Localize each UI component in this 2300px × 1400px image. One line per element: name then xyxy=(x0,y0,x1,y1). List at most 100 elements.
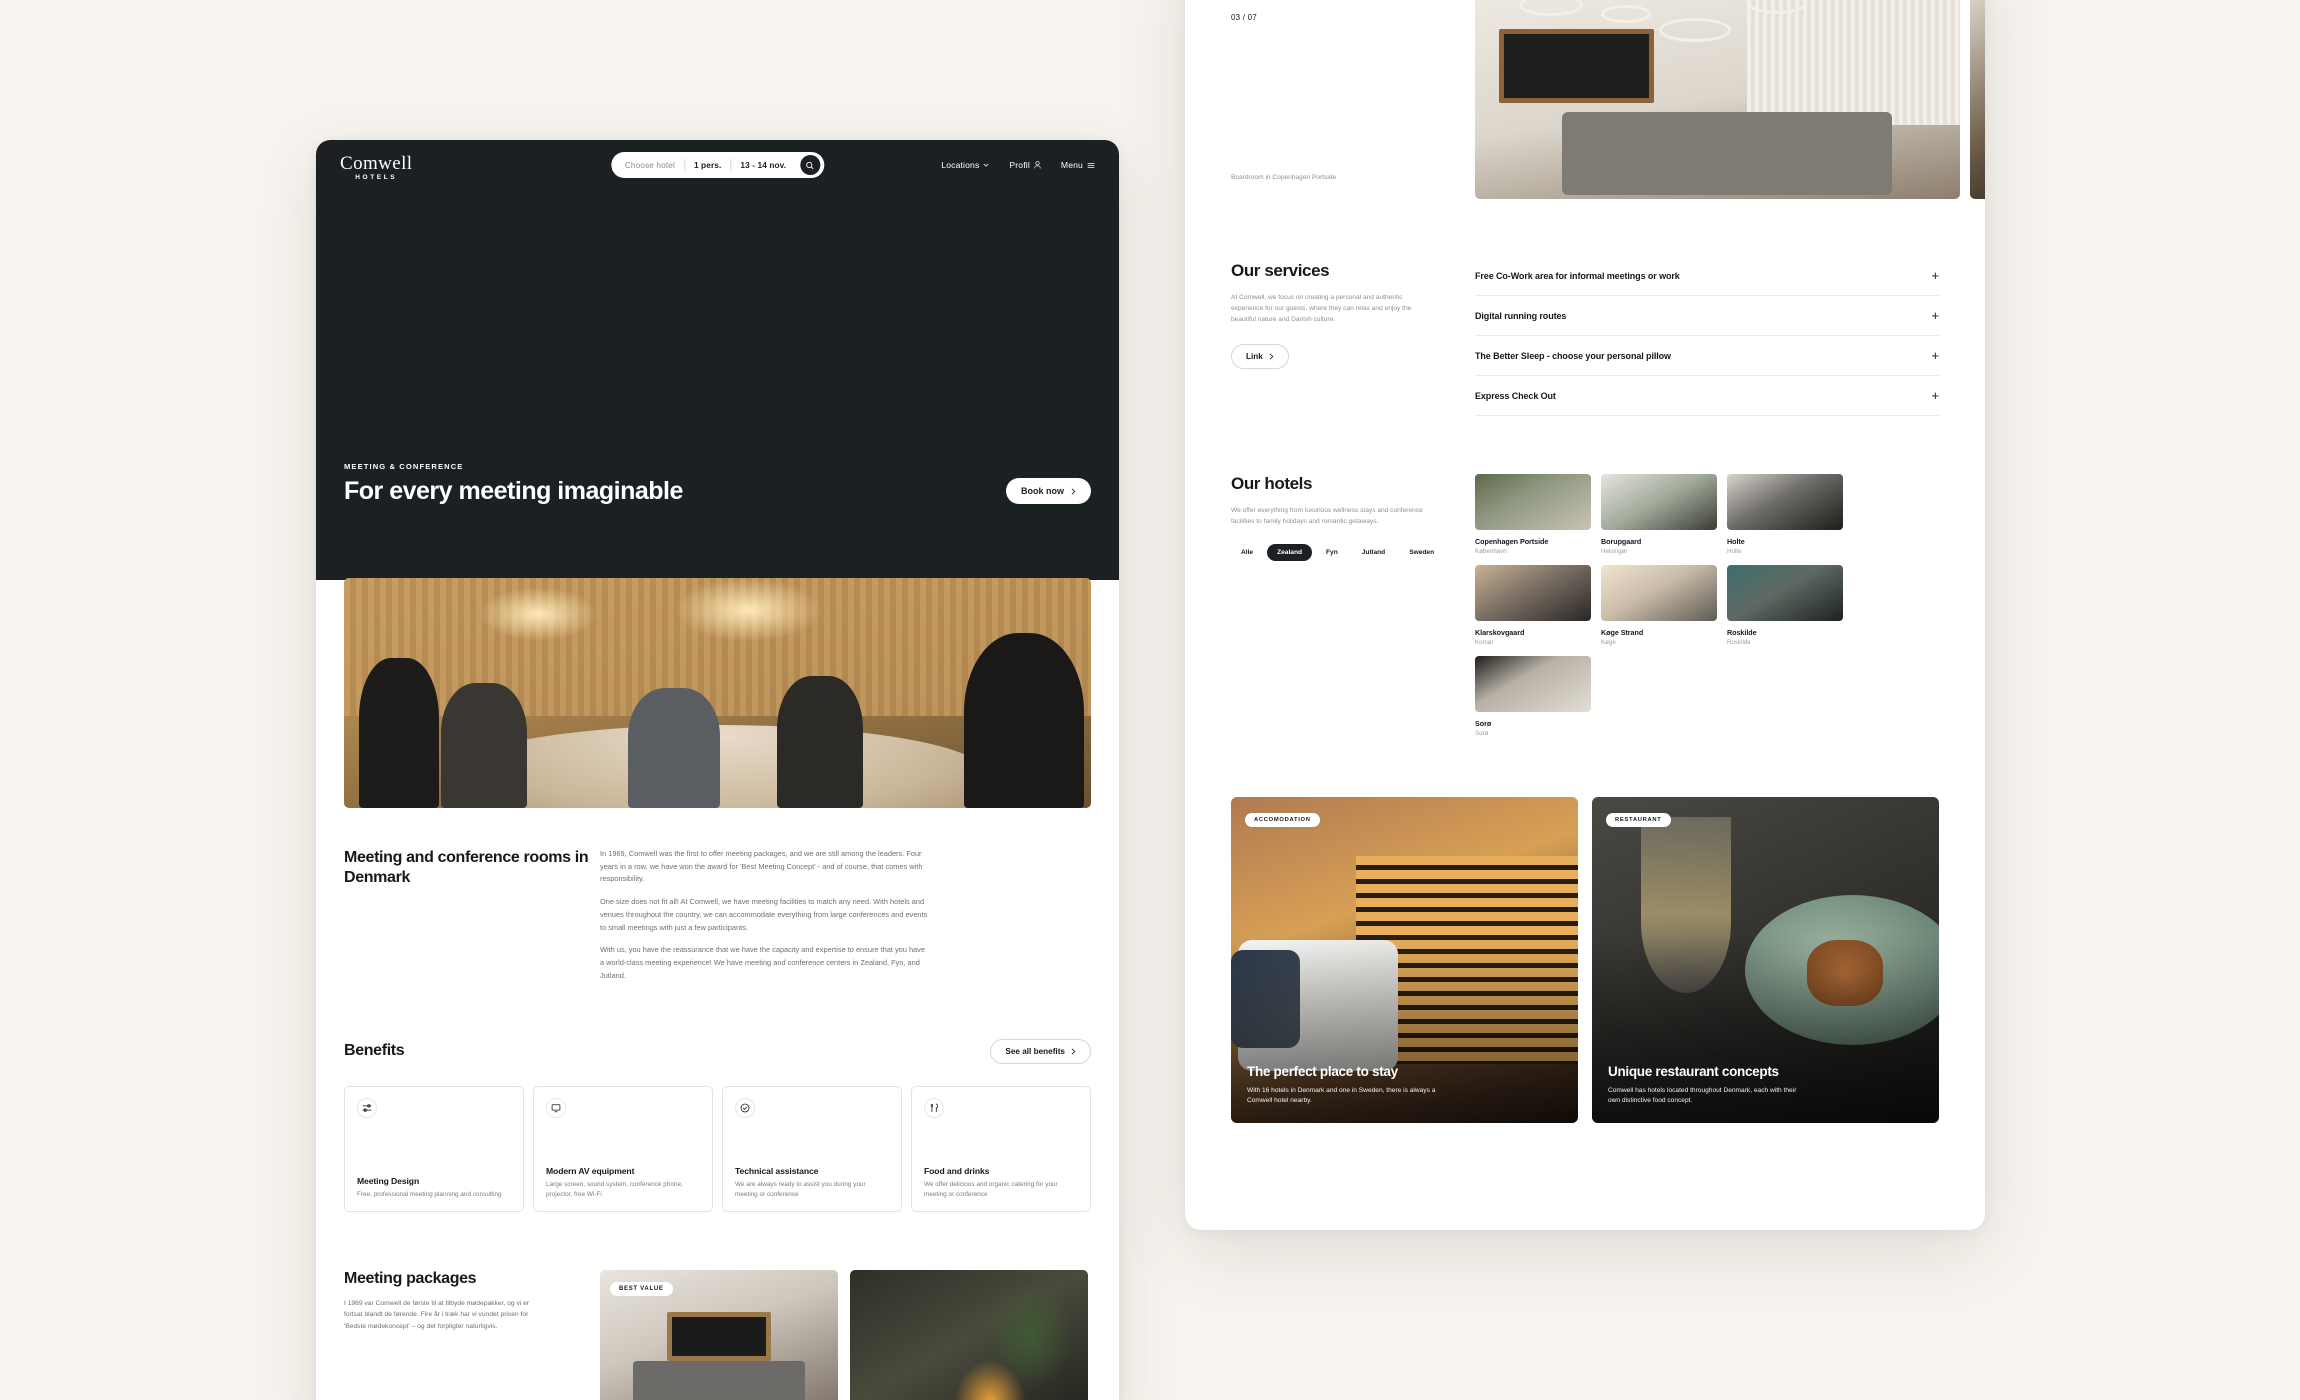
hotel-card[interactable]: Køge Strand Køge xyxy=(1601,565,1717,646)
hotels-grid: Copenhagen Portside København Borupgaard… xyxy=(1475,474,1985,737)
photo-light-ring xyxy=(1659,18,1732,43)
see-all-benefits-label: See all benefits xyxy=(1005,1046,1065,1056)
hero-photo-lamp xyxy=(672,578,823,642)
filter-chip-fyn[interactable]: Fyn xyxy=(1316,544,1348,561)
benefits-section: Benefits See all benefits Meeting Design… xyxy=(344,983,1091,1212)
filter-chip-alle[interactable]: Alle xyxy=(1231,544,1263,561)
benefits-grid: Meeting Design Free, professional meetin… xyxy=(344,1085,1091,1212)
hotel-thumbnail xyxy=(1727,474,1843,530)
filter-chip-sweden[interactable]: Sweden xyxy=(1399,544,1444,561)
chevron-down-icon xyxy=(983,163,989,167)
nav-item-profile[interactable]: Profil xyxy=(1009,160,1041,170)
hotel-thumbnail xyxy=(1475,656,1591,712)
search-icon xyxy=(806,161,814,169)
hotel-name: Klarskovgaard xyxy=(1475,628,1525,637)
promo-content: Unique restaurant concepts Comwell has h… xyxy=(1608,1064,1923,1107)
benefit-card[interactable]: Modern AV equipment Large screen, sound … xyxy=(533,1085,713,1212)
photo-curtain xyxy=(1746,0,1960,125)
hero-photo-person xyxy=(627,688,720,808)
site-navbar: Comwell HOTELS Choose hotel 1 pers. 13 -… xyxy=(316,140,1119,190)
filter-chip-jutland[interactable]: Jutland xyxy=(1352,544,1395,561)
hotel-card[interactable]: Borupgaard Helsingør xyxy=(1601,474,1717,555)
hotels-region-filters: Alle Zealand Fyn Jutland Sweden xyxy=(1231,544,1461,562)
hotel-card[interactable]: Holte Holte xyxy=(1727,474,1843,555)
dates-input[interactable]: 13 - 14 nov. xyxy=(731,160,795,170)
benefit-card[interactable]: Food and drinks We offer delicious and o… xyxy=(911,1085,1091,1212)
intro-paragraphs: In 1969, Comwell was the first to offer … xyxy=(590,848,1091,983)
search-button[interactable] xyxy=(800,155,821,175)
plus-icon[interactable]: + xyxy=(1932,269,1940,282)
package-badge: BEST VALUE xyxy=(610,1281,673,1296)
hotel-thumbnail xyxy=(1601,565,1717,621)
hotel-card[interactable]: Copenhagen Portside København xyxy=(1475,474,1591,555)
service-accordion-item[interactable]: Digital running routes + xyxy=(1475,296,1939,336)
hotel-city: Holte xyxy=(1727,548,1742,555)
service-accordion-item[interactable]: The Better Sleep - choose your personal … xyxy=(1475,336,1939,376)
hero-title: For every meeting imaginable xyxy=(344,476,683,505)
promo-text: Comwell has hotels located throughout De… xyxy=(1608,1086,1797,1105)
promo-card-restaurant[interactable]: RESTAURANT Unique restaurant concepts Co… xyxy=(1592,797,1939,1123)
comwell-logo[interactable]: Comwell HOTELS xyxy=(340,148,412,182)
book-now-button[interactable]: Book now xyxy=(1006,478,1091,504)
promo-title: Unique restaurant concepts xyxy=(1608,1063,1779,1079)
hotels-heading: Our hotels xyxy=(1231,474,1313,493)
facilities-heading: Meeting facilities xyxy=(1231,0,1461,1)
booking-search-bar[interactable]: Choose hotel 1 pers. 13 - 14 nov. xyxy=(610,152,825,178)
service-accordion-item[interactable]: Express Check Out + xyxy=(1475,376,1939,416)
promo-content: The perfect place to stay With 16 hotels… xyxy=(1247,1064,1562,1107)
hotel-thumbnail xyxy=(1475,474,1591,530)
facilities-photo-next[interactable] xyxy=(1970,0,1985,199)
benefit-card[interactable]: Meeting Design Free, professional meetin… xyxy=(344,1085,524,1212)
hotel-card[interactable]: Roskilde Roskilde xyxy=(1727,565,1843,646)
hotel-select-input[interactable]: Choose hotel xyxy=(625,160,684,170)
see-all-benefits-button[interactable]: See all benefits xyxy=(990,1038,1091,1064)
service-item-label: Digital running routes xyxy=(1475,310,1567,321)
card-spacer xyxy=(924,1118,1078,1166)
package-card[interactable]: Day Meeting Start in the morning and end… xyxy=(850,1269,1088,1400)
hero-photo-person xyxy=(777,676,864,808)
benefit-card[interactable]: Technical assistance We are always ready… xyxy=(722,1085,902,1212)
hero-photo xyxy=(344,578,1091,808)
filter-chip-zealand[interactable]: Zealand xyxy=(1267,544,1313,562)
packages-heading: Meeting packages xyxy=(344,1269,477,1287)
intro-paragraph: With us, you have the reassurance that w… xyxy=(600,945,925,980)
guests-input[interactable]: 1 pers. xyxy=(685,160,730,170)
card-spacer xyxy=(735,1118,889,1166)
hotel-thumbnail xyxy=(1601,474,1717,530)
promo-card-accomodation[interactable]: ACCOMODATION The perfect place to stay W… xyxy=(1231,797,1578,1123)
benefit-card-title: Modern AV equipment xyxy=(546,1165,635,1176)
promo-cards-row: ACCOMODATION The perfect place to stay W… xyxy=(1231,797,1985,1123)
packages-carousel[interactable]: BEST VALUE Full-Day Meeting Start in the… xyxy=(590,1269,1091,1400)
service-item-label: Free Co-Work area for informal meetings … xyxy=(1475,270,1680,281)
user-icon xyxy=(1034,161,1041,169)
page-stage: Comwell HOTELS Choose hotel 1 pers. 13 -… xyxy=(0,0,2300,1400)
hotel-card[interactable]: Klarskovgaard Korsør xyxy=(1475,565,1591,646)
photo-table xyxy=(1562,111,1893,195)
services-text: Our services At Comwell, we focus on cre… xyxy=(1231,261,1475,416)
services-link-button[interactable]: Link xyxy=(1231,343,1289,369)
facilities-carousel[interactable] xyxy=(1475,0,1985,199)
our-hotels-section: Our hotels We offer everything from luxu… xyxy=(1231,474,1985,737)
hotel-city: Roskilde xyxy=(1727,639,1751,646)
intro-paragraph: One size does not fit all! At Comwell, w… xyxy=(600,897,928,932)
plus-icon[interactable]: + xyxy=(1932,349,1940,362)
nav-menu-label: Menu xyxy=(1060,160,1083,170)
benefit-card-title: Food and drinks xyxy=(924,1165,990,1176)
plus-icon[interactable]: + xyxy=(1932,389,1940,402)
hotel-city: Korsør xyxy=(1475,639,1494,646)
meeting-packages-section: Meeting packages I 1969 var Comwell de f… xyxy=(344,1212,1091,1400)
facilities-counter: 03 / 07 xyxy=(1231,13,1257,22)
services-link-label: Link xyxy=(1246,351,1263,361)
nav-item-menu[interactable]: Menu xyxy=(1061,160,1095,170)
hotel-city: Sorø xyxy=(1475,730,1489,737)
packages-text: I 1969 var Comwell de første til at tilb… xyxy=(344,1299,530,1330)
facilities-photo-boardroom[interactable] xyxy=(1475,0,1960,199)
package-card[interactable]: BEST VALUE Full-Day Meeting Start in the… xyxy=(600,1269,838,1400)
logo-wordmark: Comwell xyxy=(340,153,413,175)
hotel-name: Roskilde xyxy=(1727,628,1757,637)
nav-item-locations[interactable]: Locations xyxy=(941,160,989,170)
hotel-thumbnail xyxy=(1475,565,1591,621)
plus-icon[interactable]: + xyxy=(1932,309,1940,322)
service-accordion-item[interactable]: Free Co-Work area for informal meetings … xyxy=(1475,265,1939,296)
hotel-card[interactable]: Sorø Sorø xyxy=(1475,656,1591,737)
